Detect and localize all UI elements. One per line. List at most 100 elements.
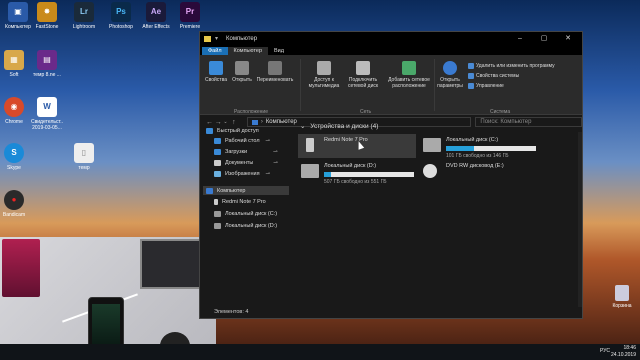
pin-icon[interactable]: ⊸ [266, 138, 271, 144]
rename-icon [268, 61, 282, 75]
drive-icon [301, 164, 319, 178]
desktop-icon-label: After Effects [142, 24, 170, 30]
vertical-scrollbar[interactable] [578, 132, 582, 308]
search-placeholder: Поиск: Компьютер [480, 119, 532, 125]
search-input[interactable]: Поиск: Компьютер [475, 117, 582, 127]
pin-icon[interactable]: ⊸ [273, 149, 278, 155]
desktop-icon-lightroom[interactable]: Lr Lightroom [66, 2, 102, 30]
window-title: Компьютер [226, 35, 258, 42]
window-icon [204, 35, 211, 42]
drive-usage-bar [446, 146, 536, 151]
desktop-icon-label: темр 8.ne ... [33, 72, 61, 78]
tab-view[interactable]: Вид [268, 47, 290, 55]
drive-usage-bar [324, 172, 414, 177]
desktop-icon-after-effects[interactable]: Ae After Effects [138, 2, 174, 30]
up-arrow-icon[interactable]: ↑ [232, 119, 241, 126]
properties-button[interactable]: Свойства [204, 61, 228, 83]
desktop-icon-label: Chrome [5, 119, 23, 125]
open-button[interactable]: Открыть [230, 61, 254, 83]
desktop-icon-faststone[interactable]: ✸ FastStone [29, 2, 65, 30]
windows-drive-icon [423, 138, 441, 152]
rename-button[interactable]: Переименовать [254, 61, 296, 83]
back-arrow-icon[interactable]: ← [206, 119, 215, 126]
desktop-icon-label: Lightroom [72, 24, 96, 30]
desktop-icon-soft[interactable]: ▦ Soft [0, 50, 32, 78]
add-location-button[interactable]: Добавить сетевое расположение [384, 61, 434, 89]
nav-item-drive-d[interactable]: Локальный диск (D:) [214, 223, 277, 229]
media-access-button[interactable]: Доступ к мультимедиа [304, 61, 344, 89]
address-bar: ← → ⌄ ↑ › Компьютер Поиск: Компьютер [200, 115, 582, 129]
phone-icon [306, 138, 314, 152]
taskbar: РУС 18:46 24.10.2019 [0, 344, 640, 360]
word-document-icon: W [37, 97, 57, 117]
desktop-icon-label: FastStone [35, 24, 59, 30]
language-indicator[interactable]: РУС [600, 348, 610, 354]
desktop-icon-temp[interactable]: ▯ темр [66, 143, 102, 171]
tab-computer[interactable]: Компьютер [227, 47, 268, 55]
status-bar: Элементов: 4 [200, 307, 582, 318]
drive-name: Локальный диск (D:) [324, 163, 377, 169]
desktop-icon-bandicam[interactable]: ● Bandicam [0, 190, 32, 218]
forward-arrow-icon[interactable]: → [215, 119, 224, 126]
desktop-icon-archive[interactable]: ▤ темр 8.ne ... [29, 50, 65, 78]
chrome-icon: ◉ [4, 97, 24, 117]
pin-icon[interactable]: ⊸ [273, 160, 278, 166]
drive-tile-c[interactable]: Локальный диск (C:) 101 ГБ свободно из 1… [420, 134, 538, 159]
desktop-icon-photoshop[interactable]: Ps Photoshop [103, 2, 139, 30]
phone-box-image [2, 239, 40, 297]
desktop-icon-label: Skype [7, 165, 21, 171]
nav-item-downloads[interactable]: Загрузки ⊸ [214, 149, 278, 155]
nav-quick-access[interactable]: Быстрый доступ [206, 128, 259, 134]
desktop-icon-chrome[interactable]: ◉ Chrome [0, 97, 32, 125]
manage-link[interactable]: Управление [468, 83, 504, 89]
minimize-button[interactable]: – [508, 32, 532, 45]
computer-icon [251, 119, 258, 125]
archive-icon: ▤ [37, 50, 57, 70]
quick-toolbar-icon[interactable]: ▾ [215, 35, 218, 42]
nav-item-drive-c[interactable]: Локальный диск (C:) [214, 211, 277, 217]
ribbon-tabs: Файл Компьютер Вид [200, 45, 582, 55]
open-icon [235, 61, 249, 75]
nav-computer[interactable]: Компьютер [203, 186, 289, 195]
manage-icon [468, 83, 474, 89]
desktop-icon-document[interactable]: W Свидетельст.. 2019-03-05... [29, 97, 65, 131]
group-system-label: Система [490, 109, 511, 115]
nav-item-desktop[interactable]: Рабочий стол ⊸ [214, 138, 270, 144]
maximize-button[interactable]: ▢ [532, 32, 556, 45]
clock[interactable]: 18:46 24.10.2019 [611, 345, 636, 359]
file-icon: ▯ [74, 143, 94, 163]
recent-chevron-icon[interactable]: ⌄ [223, 119, 232, 125]
uninstall-program-link[interactable]: Удалить или изменить программу [468, 63, 555, 69]
computer-icon: ▣ [8, 2, 28, 22]
open-settings-button[interactable]: Открыть параметры [436, 61, 464, 89]
record-icon: ● [4, 190, 24, 210]
desktop-icon-premiere[interactable]: Pr Premiere [172, 2, 208, 30]
computer-icon [206, 187, 213, 194]
chevron-down-icon: ⌄ [300, 123, 306, 130]
section-header[interactable]: ⌄ Устройства и диски (4) [300, 122, 378, 130]
ribbon-separator [300, 59, 301, 111]
nav-item-pictures[interactable]: Изображения ⊸ [214, 171, 270, 177]
drive-tile-d[interactable]: Локальный диск (D:) 507 ГБ свободно из 5… [298, 160, 416, 185]
drive-tile-dvd[interactable]: DVD RW дисковод (E:) [420, 160, 538, 184]
map-drive-button[interactable]: Подключить сетевой диск [344, 61, 382, 89]
close-button[interactable]: ✕ [556, 32, 580, 45]
nav-item-documents[interactable]: Документы ⊸ [214, 160, 278, 166]
desktop-icon-label: Компьютер [5, 24, 31, 30]
add-network-location-icon [402, 61, 416, 75]
folder-icon: ▦ [4, 50, 24, 70]
pin-icon[interactable]: ⊸ [266, 171, 271, 177]
address-path: Компьютер [265, 119, 297, 125]
recycle-bin[interactable]: Корзина [609, 285, 635, 309]
desktop-icon-label: Soft [9, 72, 19, 78]
tab-file[interactable]: Файл [202, 47, 228, 55]
system-properties-link[interactable]: Свойства системы [468, 73, 519, 79]
nav-item-phone[interactable]: Redmi Note 7 Pro [214, 199, 266, 205]
path-chevron-icon: › [260, 119, 263, 125]
clock-date: 24.10.2019 [610, 352, 636, 358]
documents-icon [214, 160, 221, 166]
after-effects-icon: Ae [146, 2, 166, 22]
desktop-icon-label: Свидетельст.. 2019-03-05... [31, 119, 63, 131]
desktop-icon-skype[interactable]: S Skype [0, 143, 32, 171]
drive-name: Локальный диск (C:) [446, 137, 499, 143]
